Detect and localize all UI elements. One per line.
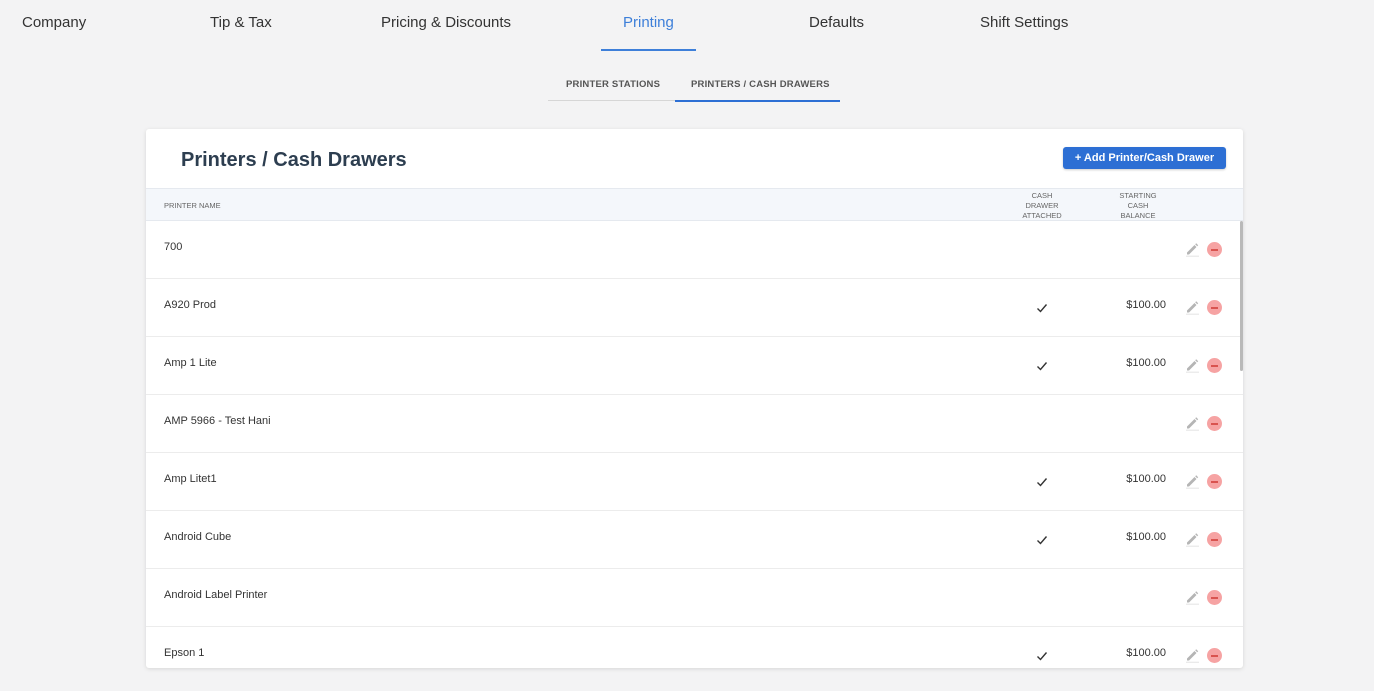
header-printer-name[interactable]: PRINTER NAME bbox=[164, 201, 221, 211]
starting-balance: $100.00 bbox=[1126, 357, 1166, 369]
header-cash-drawer-line1: CASH bbox=[1031, 191, 1053, 200]
pencil-icon[interactable] bbox=[1184, 415, 1200, 431]
table-row[interactable]: AMP 5966 - Test Hani bbox=[146, 395, 1243, 453]
check-icon bbox=[1037, 362, 1048, 371]
pencil-icon[interactable] bbox=[1184, 473, 1200, 489]
starting-balance: $100.00 bbox=[1126, 473, 1166, 485]
printer-name: Epson 1 bbox=[164, 647, 205, 659]
sub-tabs: PRINTER STATIONS PRINTERS / CASH DRAWERS bbox=[548, 70, 840, 102]
tab-tip-tax[interactable]: Tip & Tax bbox=[210, 14, 272, 52]
check-icon bbox=[1037, 536, 1048, 545]
table-row[interactable]: Amp 1 Lite $100.00 bbox=[146, 337, 1243, 395]
header-balance-line2: CASH bbox=[1127, 201, 1149, 210]
table-row[interactable]: Android Label Printer bbox=[146, 569, 1243, 627]
starting-balance: $100.00 bbox=[1126, 647, 1166, 659]
pencil-icon[interactable] bbox=[1184, 299, 1200, 315]
table-row[interactable]: Epson 1 $100.00 bbox=[146, 627, 1243, 668]
add-printer-button[interactable]: + Add Printer/Cash Drawer bbox=[1063, 147, 1226, 169]
printer-name: AMP 5966 - Test Hani bbox=[164, 415, 271, 427]
minus-circle-icon[interactable] bbox=[1207, 474, 1222, 489]
minus-circle-icon[interactable] bbox=[1207, 358, 1222, 373]
header-balance-line3: BALANCE bbox=[1120, 211, 1156, 220]
table-row[interactable]: Amp Litet1 $100.00 bbox=[146, 453, 1243, 511]
tab-company[interactable]: Company bbox=[22, 14, 86, 52]
table-header: PRINTER NAME CASH DRAWER ATTACHED STARTI… bbox=[146, 188, 1243, 221]
pencil-icon[interactable] bbox=[1184, 589, 1200, 605]
page-title: Printers / Cash Drawers bbox=[181, 149, 407, 171]
top-navigation: Company Tip & Tax Pricing & Discounts Pr… bbox=[0, 0, 1374, 52]
subtab-printer-stations[interactable]: PRINTER STATIONS bbox=[566, 79, 660, 90]
tab-pricing-discounts[interactable]: Pricing & Discounts bbox=[381, 14, 511, 52]
header-starting-balance[interactable]: STARTING CASH BALANCE bbox=[1107, 191, 1169, 221]
tab-shift-settings[interactable]: Shift Settings bbox=[980, 14, 1068, 52]
header-cash-drawer[interactable]: CASH DRAWER ATTACHED bbox=[1012, 191, 1072, 221]
check-icon bbox=[1037, 304, 1048, 313]
active-subtab-indicator bbox=[675, 100, 840, 102]
table-row[interactable]: Android Cube $100.00 bbox=[146, 511, 1243, 569]
subtab-printers-cash-drawers[interactable]: PRINTERS / CASH DRAWERS bbox=[691, 79, 830, 90]
tab-defaults[interactable]: Defaults bbox=[809, 14, 864, 52]
printer-name: Amp 1 Lite bbox=[164, 357, 217, 369]
scrollbar[interactable] bbox=[1240, 221, 1243, 371]
printer-name: A920 Prod bbox=[164, 299, 216, 311]
check-icon bbox=[1037, 652, 1048, 661]
starting-balance: $100.00 bbox=[1126, 299, 1166, 311]
printers-card: Printers / Cash Drawers + Add Printer/Ca… bbox=[146, 129, 1243, 668]
table-row[interactable]: A920 Prod $100.00 bbox=[146, 279, 1243, 337]
printer-name: 700 bbox=[164, 241, 183, 253]
printer-name: Amp Litet1 bbox=[164, 473, 217, 485]
starting-balance: $100.00 bbox=[1126, 531, 1166, 543]
tab-printing[interactable]: Printing bbox=[623, 14, 674, 52]
minus-circle-icon[interactable] bbox=[1207, 242, 1222, 257]
pencil-icon[interactable] bbox=[1184, 531, 1200, 547]
minus-circle-icon[interactable] bbox=[1207, 532, 1222, 547]
header-cash-drawer-line3: ATTACHED bbox=[1022, 211, 1062, 220]
check-icon bbox=[1037, 478, 1048, 487]
table-row[interactable]: 700 bbox=[146, 221, 1243, 279]
pencil-icon[interactable] bbox=[1184, 647, 1200, 663]
header-balance-line1: STARTING bbox=[1119, 191, 1157, 200]
minus-circle-icon[interactable] bbox=[1207, 300, 1222, 315]
printer-name: Android Label Printer bbox=[164, 589, 268, 601]
minus-circle-icon[interactable] bbox=[1207, 416, 1222, 431]
table-body: 700 A920 Prod $100.00 Amp 1 Lite $100.00 AMP … bbox=[146, 221, 1243, 668]
minus-circle-icon[interactable] bbox=[1207, 590, 1222, 605]
printer-name: Android Cube bbox=[164, 531, 232, 543]
pencil-icon[interactable] bbox=[1184, 241, 1200, 257]
header-cash-drawer-line2: DRAWER bbox=[1025, 201, 1059, 210]
pencil-icon[interactable] bbox=[1184, 357, 1200, 373]
active-tab-indicator bbox=[601, 49, 696, 51]
minus-circle-icon[interactable] bbox=[1207, 648, 1222, 663]
